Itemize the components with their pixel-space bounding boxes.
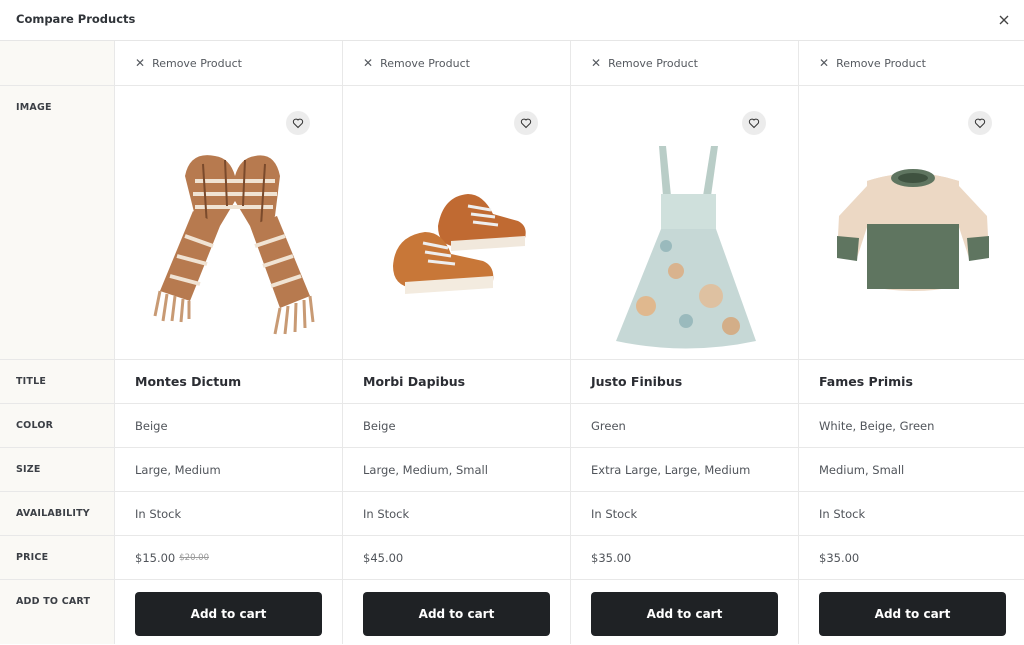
color-row: COLOR Beige Beige Green White, Beige, Gr… bbox=[0, 404, 1024, 448]
row-label-availability: AVAILABILITY bbox=[0, 492, 115, 535]
add-to-cart-cell: Add to cart bbox=[343, 580, 571, 644]
remove-product-label: Remove Product bbox=[836, 56, 926, 70]
product-image-cell bbox=[799, 86, 1024, 359]
heart-icon bbox=[520, 118, 532, 129]
remove-row: ✕ Remove Product ✕ Remove Product ✕ Remove … bbox=[0, 41, 1024, 86]
product-color: White, Beige, Green bbox=[819, 418, 935, 433]
wishlist-button[interactable] bbox=[968, 111, 992, 135]
size-row: SIZE Large, Medium Large, Medium, Small … bbox=[0, 448, 1024, 492]
add-to-cart-button[interactable]: Add to cart bbox=[135, 592, 322, 636]
product-price-cell: $15.00 $20.00 bbox=[115, 536, 343, 579]
row-label-color: COLOR bbox=[0, 404, 115, 447]
product-price: $35.00 bbox=[819, 550, 860, 565]
remove-icon: ✕ bbox=[819, 56, 830, 70]
comparison-table: ✕ Remove Product ✕ Remove Product ✕ Remove … bbox=[0, 41, 1024, 644]
remove-icon: ✕ bbox=[363, 56, 374, 70]
row-label-size: SIZE bbox=[0, 448, 115, 491]
product-size: Large, Medium bbox=[115, 448, 343, 491]
product-title-cell: Morbi Dapibus bbox=[343, 360, 571, 403]
product-price-cell: $35.00 bbox=[799, 536, 1024, 579]
product-title-cell: Fames Primis bbox=[799, 360, 1024, 403]
product-title[interactable]: Montes Dictum bbox=[135, 374, 241, 389]
remove-icon: ✕ bbox=[135, 56, 146, 70]
row-label-empty bbox=[0, 41, 115, 85]
add-to-cart-button[interactable]: Add to cart bbox=[363, 592, 550, 636]
heart-icon bbox=[748, 118, 760, 129]
price-row: PRICE $15.00 $20.00 $45.00 $35.00 $35.00 bbox=[0, 536, 1024, 580]
wishlist-button[interactable] bbox=[514, 111, 538, 135]
modal-header: Compare Products bbox=[0, 0, 1024, 41]
add-to-cart-cell: Add to cart bbox=[115, 580, 343, 644]
product-title[interactable]: Fames Primis bbox=[819, 374, 913, 389]
add-to-cart-row: ADD TO CART Add to cart Add to cart Add … bbox=[0, 580, 1024, 644]
product-title-cell: Montes Dictum bbox=[115, 360, 343, 403]
product-price-cell: $35.00 bbox=[571, 536, 799, 579]
remove-product-label: Remove Product bbox=[380, 56, 470, 70]
row-label-add-to-cart: ADD TO CART bbox=[0, 580, 115, 644]
wishlist-button[interactable] bbox=[742, 111, 766, 135]
product-availability: In Stock bbox=[571, 492, 799, 535]
product-image-cell bbox=[115, 86, 343, 359]
product-title-cell: Justo Finibus bbox=[571, 360, 799, 403]
product-color: Green bbox=[571, 404, 799, 447]
add-to-cart-cell: Add to cart bbox=[571, 580, 799, 644]
product-availability: In Stock bbox=[115, 492, 343, 535]
availability-row: AVAILABILITY In Stock In Stock In Stock … bbox=[0, 492, 1024, 536]
remove-product-button[interactable]: ✕ Remove Product bbox=[115, 41, 343, 85]
product-size: Extra Large, Large, Medium bbox=[571, 448, 799, 491]
compare-products-modal: Compare Products ✕ Remove Product ✕ Remove… bbox=[0, 0, 1024, 645]
product-price: $45.00 bbox=[363, 550, 404, 565]
close-button[interactable] bbox=[994, 10, 1014, 30]
product-old-price: $20.00 bbox=[179, 552, 209, 563]
product-color: Beige bbox=[343, 404, 571, 447]
remove-product-label: Remove Product bbox=[608, 56, 698, 70]
heart-icon bbox=[292, 118, 304, 129]
product-availability: In Stock bbox=[343, 492, 571, 535]
remove-icon: ✕ bbox=[591, 56, 602, 70]
remove-product-button[interactable]: ✕ Remove Product bbox=[343, 41, 571, 85]
product-size: Large, Medium, Small bbox=[343, 448, 571, 491]
product-color: Beige bbox=[115, 404, 343, 447]
add-to-cart-cell: Add to cart bbox=[799, 580, 1024, 644]
close-icon bbox=[999, 15, 1009, 25]
product-image-cell bbox=[571, 86, 799, 359]
row-label-image: IMAGE bbox=[0, 86, 115, 359]
remove-product-button[interactable]: ✕ Remove Product bbox=[799, 41, 1024, 85]
title-row: TITLE Montes Dictum Morbi Dapibus Justo … bbox=[0, 360, 1024, 404]
remove-product-button[interactable]: ✕ Remove Product bbox=[571, 41, 799, 85]
modal-title: Compare Products bbox=[16, 12, 136, 26]
row-label-title: TITLE bbox=[0, 360, 115, 403]
wishlist-button[interactable] bbox=[286, 111, 310, 135]
image-row: IMAGE bbox=[0, 86, 1024, 360]
product-size: Medium, Small bbox=[819, 462, 905, 477]
product-price-cell: $45.00 bbox=[343, 536, 571, 579]
remove-product-label: Remove Product bbox=[152, 56, 242, 70]
add-to-cart-button[interactable]: Add to cart bbox=[591, 592, 778, 636]
product-image-cell bbox=[343, 86, 571, 359]
product-availability: In Stock bbox=[819, 506, 866, 521]
product-title[interactable]: Morbi Dapibus bbox=[363, 374, 465, 389]
add-to-cart-button[interactable]: Add to cart bbox=[819, 592, 1006, 636]
heart-icon bbox=[974, 118, 986, 129]
product-price: $35.00 bbox=[591, 550, 632, 565]
product-price: $15.00 bbox=[135, 550, 176, 565]
product-title[interactable]: Justo Finibus bbox=[591, 374, 682, 389]
row-label-price: PRICE bbox=[0, 536, 115, 579]
